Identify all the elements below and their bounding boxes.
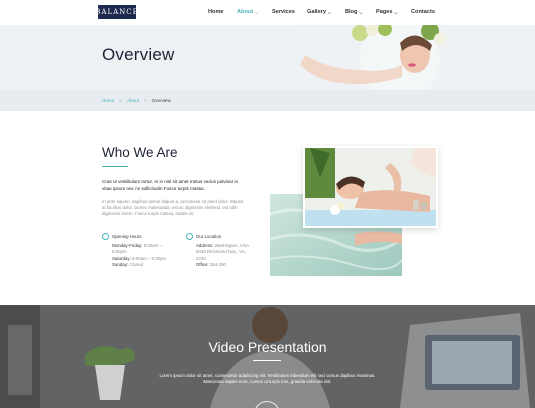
- title-underline: [102, 166, 128, 167]
- nav-item-contacts[interactable]: Contacts: [411, 9, 435, 15]
- opening-hours-title: Opening Hours: [112, 234, 142, 239]
- massage-photo: [305, 148, 436, 226]
- opening-hours-list: Monday-Friday: 8:00am – 8:00pm Saturday:…: [112, 243, 172, 269]
- location-pin-icon: [186, 233, 193, 240]
- nav-item-about[interactable]: About ⌵: [237, 9, 258, 15]
- nav-label: Gallery: [307, 9, 326, 15]
- location-details: Address: Washington, USA 6036 Richmond h…: [196, 243, 256, 269]
- clock-icon: [102, 233, 109, 240]
- breadcrumb-about-link[interactable]: About: [127, 98, 139, 103]
- nav-label: Blog: [345, 9, 358, 15]
- breadcrumb-current: Overview: [151, 98, 171, 103]
- lead-paragraph: Cras ut vestibulum tortor. In in nisl si…: [102, 179, 239, 191]
- breadcrumb-separator: >: [119, 98, 122, 103]
- sunday-hours: Closed: [129, 262, 144, 268]
- video-title: Video Presentation: [208, 339, 327, 355]
- chevron-down-icon: ⌵: [327, 9, 332, 15]
- breadcrumb-home-link[interactable]: Home: [102, 98, 114, 103]
- chevron-down-icon: ⌵: [255, 9, 259, 15]
- office-value: 284-290: [209, 262, 226, 268]
- nav-item-gallery[interactable]: Gallery ⌵: [307, 9, 331, 15]
- chevron-down-icon: ⌵: [359, 9, 363, 15]
- nav-label: Services: [272, 9, 296, 15]
- chevron-down-icon: ⌵: [394, 9, 398, 15]
- page-hero: Overview: [0, 25, 535, 90]
- top-navigation: BALANCE Home About ⌵ Services Gallery ⌵ Bl…: [0, 0, 535, 25]
- section-title: Who We Are: [102, 145, 178, 160]
- nav-item-services[interactable]: Services: [272, 9, 295, 15]
- nav-label: About: [237, 9, 254, 15]
- video-description: Lorem ipsum dolor sit amet, consectetur …: [159, 373, 376, 385]
- saturday-label: Saturday:: [112, 255, 131, 261]
- office-label: Office:: [196, 262, 209, 268]
- video-section: Video Presentation Lorem ipsum dolor sit…: [0, 305, 535, 408]
- video-title-underline: [253, 360, 281, 361]
- nav-label: Home: [208, 9, 224, 15]
- nav-item-home[interactable]: Home: [208, 9, 224, 15]
- sunday-label: Sunday:: [112, 262, 129, 268]
- breadcrumb-separator: >: [143, 98, 147, 103]
- nav-label: Contacts: [411, 9, 435, 15]
- saturday-hours: 8:00am – 6:30pm: [132, 255, 167, 261]
- hero-spa-photo: [290, 25, 450, 90]
- address-label: Address:: [196, 243, 214, 248]
- nav-item-blog[interactable]: Blog ⌵: [345, 9, 362, 15]
- weekday-label: Monday-Friday:: [112, 243, 143, 248]
- nav-item-pages[interactable]: Pages ⌵: [376, 9, 398, 15]
- page-title: Overview: [102, 45, 175, 64]
- video-background-photo: [0, 305, 535, 408]
- massage-photo-frame: [303, 146, 438, 228]
- body-paragraph: In ante sapien, dapibus luctus aliquet a…: [102, 199, 244, 217]
- breadcrumb: Home > About > Overview: [0, 90, 535, 111]
- location-title: Our Location: [196, 234, 222, 239]
- brand-logo[interactable]: BALANCE: [95, 5, 138, 19]
- nav-label: Pages: [376, 9, 393, 15]
